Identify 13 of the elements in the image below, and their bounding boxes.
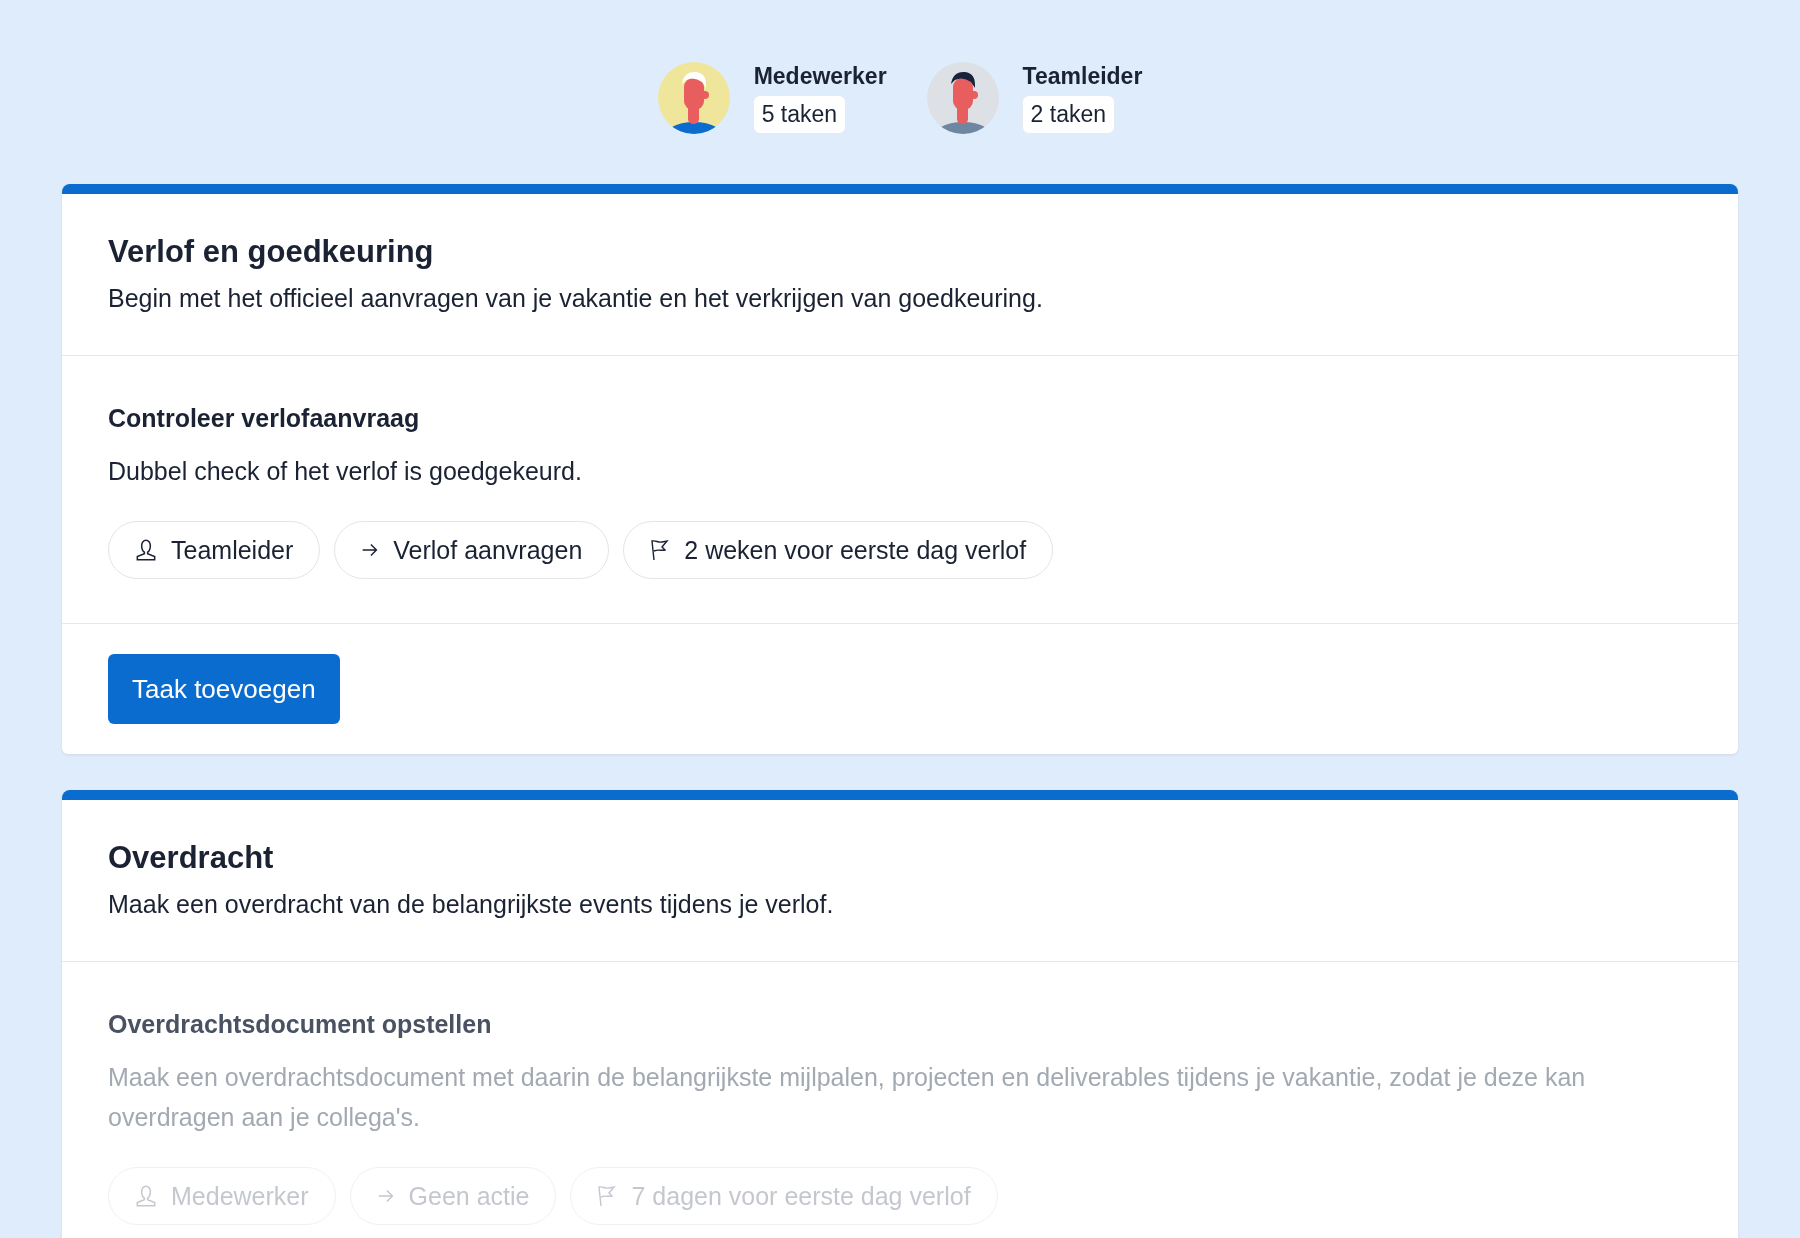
add-task-button[interactable]: Taak toevoegen — [108, 654, 340, 724]
task-description: Dubbel check of het verlof is goedgekeurd. — [108, 456, 583, 487]
task-title: Overdrachtsdocument opstellen — [108, 1010, 493, 1039]
section-description: Maak een overdracht van de belangrijkste events tijdens je verlof. — [108, 890, 835, 919]
assignee-name: Teamleider — [1022, 63, 1143, 90]
section-description: Begin met het officieel aanvragen van je vakantie en het verkrijgen van goedkeuring. — [108, 284, 1044, 313]
section-title: Verlof en goedkeuring — [108, 234, 435, 270]
task-count-badge: 5 taken — [753, 96, 846, 133]
task-title: Controleer verlofaanvraag — [108, 404, 421, 433]
section-title: Overdracht — [108, 840, 275, 876]
task-count-badge: 2 taken — [1022, 96, 1115, 133]
task-description: Maak een overdrachtsdocument met daarin de belangrijkste mijlpalen, projecten en deliverables tijdens je vakantie, zodat je deze kan overdragen aan je collega's. — [108, 1062, 1587, 1133]
assignee-name: Medewerker — [753, 63, 887, 90]
